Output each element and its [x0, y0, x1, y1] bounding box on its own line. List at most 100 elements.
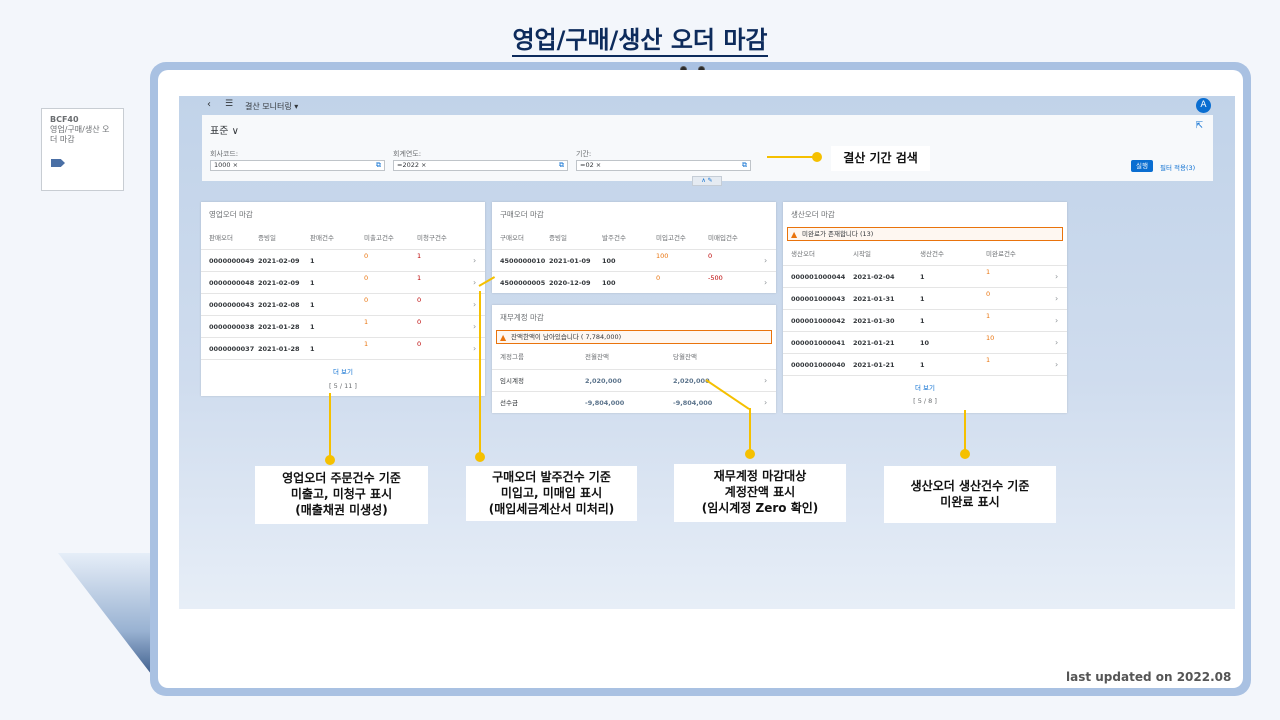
adapt-filters-link[interactable]: 필터 적용(3)	[1160, 162, 1195, 172]
go-button[interactable]: 실행	[1131, 160, 1153, 172]
prior-balance: 2,020,000	[585, 377, 622, 385]
column-header: 미완료건수	[986, 250, 1016, 258]
table-row[interactable]: 선수금 -9,804,000 -9,804,000 ›	[492, 391, 776, 413]
tablet-frame: ‹ ☰ 결산 모니터링 ▾ A 표준 ∨ ⇱ 회사코드: 1000 × ⧉ 회계…	[150, 62, 1251, 696]
callout-connector	[749, 408, 751, 452]
chevron-right-icon: ›	[1055, 338, 1059, 347]
value-help-icon[interactable]: ⧉	[742, 161, 747, 170]
column-header: 미출고건수	[364, 234, 394, 242]
start-date: 2021-01-21	[853, 339, 895, 347]
column-header: 계정그룹	[500, 353, 524, 361]
last-updated-text: last updated on 2022.08	[1066, 670, 1232, 684]
sales-count: 1	[310, 257, 315, 265]
table-row[interactable]: 000001000043 2021-01-31 1 0 ›	[783, 287, 1067, 309]
column-header: 구매오더	[500, 234, 524, 242]
column-header: 생산오더	[791, 250, 815, 258]
production-count: 1	[920, 361, 925, 369]
unbilled-count: 0	[417, 340, 422, 348]
collapse-header-button[interactable]: ∧ ✎	[692, 176, 722, 186]
value-help-icon[interactable]: ⧉	[376, 161, 381, 170]
column-header: 증빙일	[258, 234, 276, 242]
app-tile-title: 영업/구매/생산 오더 마감	[50, 125, 110, 144]
card-title: 생산오더 마감	[791, 210, 835, 219]
unbilled-count: 0	[417, 296, 422, 304]
table-row[interactable]: 임시계정 2,020,000 2,020,000 ›	[492, 369, 776, 391]
page-title: 영업/구매/생산 오더 마감	[0, 20, 1280, 57]
table-row[interactable]: 0000000043 2021-02-08 1 0 0 ›	[201, 293, 485, 315]
chevron-right-icon: ›	[473, 344, 477, 353]
table-row[interactable]: 000001000041 2021-01-21 10 10 ›	[783, 331, 1067, 353]
fiscal-year-input[interactable]: =2022 × ⧉	[393, 160, 568, 171]
table-row[interactable]: 000001000042 2021-01-30 1 1 ›	[783, 309, 1067, 331]
table-row[interactable]: 4500000005 2020-12-09 100 0 -500 ›	[492, 271, 776, 293]
column-header: 판매오더	[209, 234, 233, 242]
table-row[interactable]: 0000000049 2021-02-09 1 0 1 ›	[201, 249, 485, 271]
chevron-right-icon: ›	[764, 278, 768, 287]
item-count: [ 5 / 11 ]	[329, 382, 357, 390]
more-link[interactable]: 더 보기	[783, 382, 1067, 392]
more-link[interactable]: 더 보기	[201, 366, 485, 376]
start-date: 2021-01-21	[853, 361, 895, 369]
app-tile[interactable]: BCF40 영업/구매/생산 오더 마감	[41, 108, 124, 191]
sales-count: 1	[310, 323, 315, 331]
incomplete-count: 1	[986, 268, 991, 276]
incomplete-count: 0	[986, 290, 991, 298]
production-count: 1	[920, 295, 925, 303]
table-row[interactable]: 0000000048 2021-02-09 1 0 1 ›	[201, 271, 485, 293]
production-order-card: 생산오더 마감 ▲ 미완료가 존재합니다 (13) 생산오더 시작일 생산건수 …	[783, 202, 1067, 413]
user-avatar[interactable]: A	[1196, 98, 1211, 113]
chevron-right-icon: ›	[1055, 316, 1059, 325]
table-row[interactable]: 0000000038 2021-01-28 1 1 0 ›	[201, 315, 485, 337]
variant-selector[interactable]: 표준 ∨	[210, 122, 239, 137]
column-header: 시작일	[853, 250, 871, 258]
incomplete-count: 1	[986, 356, 991, 364]
unbilled-count: 1	[417, 252, 422, 260]
callout-dot	[745, 449, 755, 459]
value-help-icon[interactable]: ⧉	[559, 161, 564, 170]
app-title-menu[interactable]: 결산 모니터링 ▾	[245, 101, 298, 112]
table-row[interactable]: 4500000010 2021-01-09 100 100 0 ›	[492, 249, 776, 271]
fiscal-year-label: 회계연도:	[393, 150, 422, 158]
card-title: 구매오더 마감	[500, 210, 544, 219]
table-row[interactable]: 0000000037 2021-01-28 1 1 0 ›	[201, 337, 485, 359]
callout-dot	[475, 452, 485, 462]
callout-finance: 재무계정 마감대상 계정잔액 표시 (임시계정 Zero 확인)	[674, 464, 846, 522]
column-header: 전월잔액	[585, 353, 609, 361]
callout-dot	[812, 152, 822, 162]
column-header: 발주건수	[602, 234, 626, 242]
production-order-id: 000001000042	[791, 317, 846, 325]
document-date: 2021-02-09	[258, 257, 300, 265]
back-icon[interactable]: ‹	[207, 99, 211, 110]
filter-bar: 표준 ∨ ⇱ 회사코드: 1000 × ⧉ 회계연도: =2022 × ⧉ 기간…	[202, 115, 1213, 181]
sales-order-card: 영업오더 마감 판매오더 증빙일 판매건수 미출고건수 미청구건수 000000…	[201, 202, 485, 396]
period-token[interactable]: =02 ×	[580, 161, 601, 169]
callout-connector	[329, 393, 331, 459]
current-balance: -9,804,000	[673, 399, 713, 407]
column-header: 당월잔액	[673, 353, 697, 361]
warning-icon: ▲	[791, 230, 798, 239]
table-row[interactable]: 000001000044 2021-02-04 1 1 ›	[783, 265, 1067, 287]
chevron-right-icon: ›	[1055, 272, 1059, 281]
company-code-input[interactable]: 1000 × ⧉	[210, 160, 385, 171]
item-count: [ 5 / 8 ]	[913, 397, 937, 405]
incomplete-count: 1	[986, 312, 991, 320]
period-input[interactable]: =02 × ⧉	[576, 160, 751, 171]
uninvoiced-count: -500	[708, 274, 723, 282]
uninvoiced-count: 0	[708, 252, 713, 260]
sales-count: 1	[310, 345, 315, 353]
document-date: 2021-02-08	[258, 301, 300, 309]
start-date: 2021-01-31	[853, 295, 895, 303]
sales-order-id: 0000000043	[209, 301, 255, 309]
fiscal-year-token[interactable]: =2022 ×	[397, 161, 427, 169]
production-order-id: 000001000044	[791, 273, 846, 281]
account-group: 선수금	[500, 399, 518, 407]
callout-production: 생산오더 생산건수 기준 미완료 표시	[884, 466, 1056, 523]
callout-period-search: 결산 기간 검색	[831, 146, 930, 171]
company-code-token[interactable]: 1000 ×	[214, 161, 238, 169]
menu-icon[interactable]: ☰	[225, 99, 233, 109]
table-row[interactable]: 000001000040 2021-01-21 1 1 ›	[783, 353, 1067, 375]
column-header: 생산건수	[920, 250, 944, 258]
chevron-right-icon: ›	[764, 398, 768, 407]
share-icon[interactable]: ⇱	[1195, 121, 1203, 131]
card-title: 재무계정 마감	[500, 313, 544, 322]
